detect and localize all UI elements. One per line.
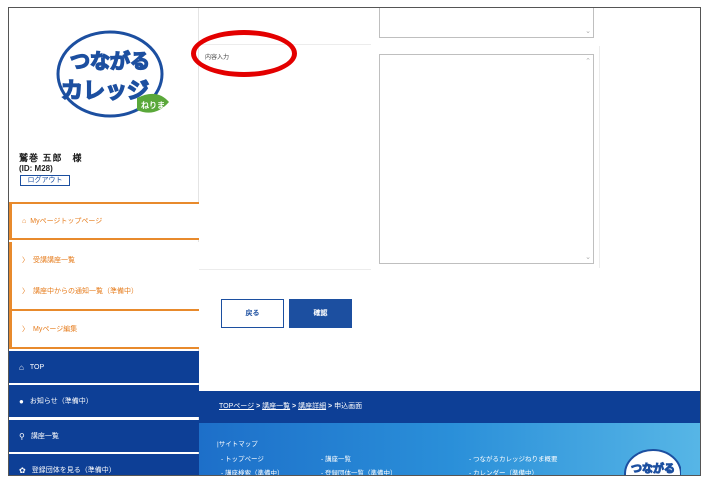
logout-button[interactable]: ログアウト [20,175,70,186]
scroll-down-icon[interactable]: ⌄ [585,253,591,261]
breadcrumb-separator: > [254,403,263,410]
nav-news[interactable]: ● お知らせ（準備中） [9,385,199,417]
sidebar-item-label: 講座中からの通知一覧（準備中） [33,288,138,295]
logo-badge: ねりま [141,101,165,110]
site-logo[interactable]: つながる カレッジ ねりま [47,26,177,126]
breadcrumb-item: 申込画面 [334,403,363,410]
user-id: (ID: M28) [19,164,53,173]
info-icon: ● [19,396,24,406]
breadcrumb-item[interactable]: 講座一覧 [262,403,290,410]
home-icon: ⌂ [22,217,27,225]
home-icon: ⌂ [19,362,24,372]
sidebar-item-mypage-top[interactable]: ⌂ Myページトップページ [9,202,199,240]
nav-courses[interactable]: ⚲ 講座一覧 [9,420,199,452]
breadcrumb-separator: > [326,403,335,410]
nav-label: TOP [29,363,45,371]
sidebar-item-label: 受講講座一覧 [33,257,75,264]
footer-link[interactable]: - つながるカレッジねりま概要 [469,453,557,463]
sidebar-item-mypage-edit[interactable]: 〉 Myページ編集 [9,311,199,349]
breadcrumb: TOPページ > 講座一覧 > 講座詳細 > 申込画面 [199,391,700,423]
sidebar: つながる カレッジ ねりま 鷲巻 五郎 様 (ID: M28) ログアウト ⌂ … [9,8,199,475]
breadcrumb-separator: > [290,403,299,410]
footer-link[interactable]: - 講座一覧 [321,453,351,463]
nav-label: 登録団体を見る（準備中） [31,467,116,474]
back-button[interactable]: 戻る [221,299,284,328]
footer-link[interactable]: - 登録団体一覧（準備中） [321,467,396,475]
gear-icon: ✿ [19,465,26,475]
sidebar-item-notifications[interactable]: 〉 講座中からの通知一覧（準備中） [9,273,199,311]
scroll-down-icon[interactable]: ⌄ [585,27,591,35]
sidebar-item-label: Myページ編集 [33,326,78,333]
scroll-up-icon[interactable]: ⌃ [585,57,591,65]
footer-link[interactable]: - カレンダー（準備中） [469,467,538,475]
search-icon: ⚲ [19,431,25,441]
footer-link[interactable]: - 講座検索（準備中） [221,467,283,475]
form-area: ⌄ 内容入力 ⌃ ⌄ 戻る 確認 [191,8,700,391]
breadcrumb-item[interactable]: TOPページ [219,403,254,410]
logo-text-bottom: カレッジ [61,79,149,104]
footer-link[interactable]: - トップページ [221,453,264,463]
nav-label: 講座一覧 [30,433,59,440]
nav-organizations[interactable]: ✿ 登録団体を見る（準備中） [9,454,199,475]
footer-logo-text: つながる [631,461,675,475]
sitemap-title: |サイトマップ [217,441,258,448]
sidebar-item-label: Myページトップページ [30,218,103,225]
browser-viewport: つながる カレッジ ねりま 鷲巻 五郎 様 (ID: M28) ログアウト ⌂ … [8,7,701,476]
chevron-right-icon: 〉 [22,288,29,295]
chevron-right-icon: 〉 [22,326,29,333]
annotation-circle [191,30,297,77]
footer-sitemap: |サイトマップ - トップページ - 講座検索（準備中） - 講座一覧 - 登録… [199,423,700,476]
confirm-button[interactable]: 確認 [289,299,352,328]
user-name: 鷲巻 五郎 様 [19,153,83,163]
content-textarea[interactable]: ⌃ ⌄ [379,54,594,264]
breadcrumb-item[interactable]: 講座詳細 [298,403,326,410]
nav-label: お知らせ（準備中） [29,398,93,405]
previous-textarea[interactable]: ⌄ [379,8,594,38]
footer-logo[interactable]: つながる [621,444,681,476]
nav-top[interactable]: ⌂ TOP [9,351,199,383]
right-cell [599,46,700,268]
field-label-cell [199,44,371,270]
logo-text-top: つながる [70,49,150,73]
chevron-right-icon: 〉 [22,257,29,264]
